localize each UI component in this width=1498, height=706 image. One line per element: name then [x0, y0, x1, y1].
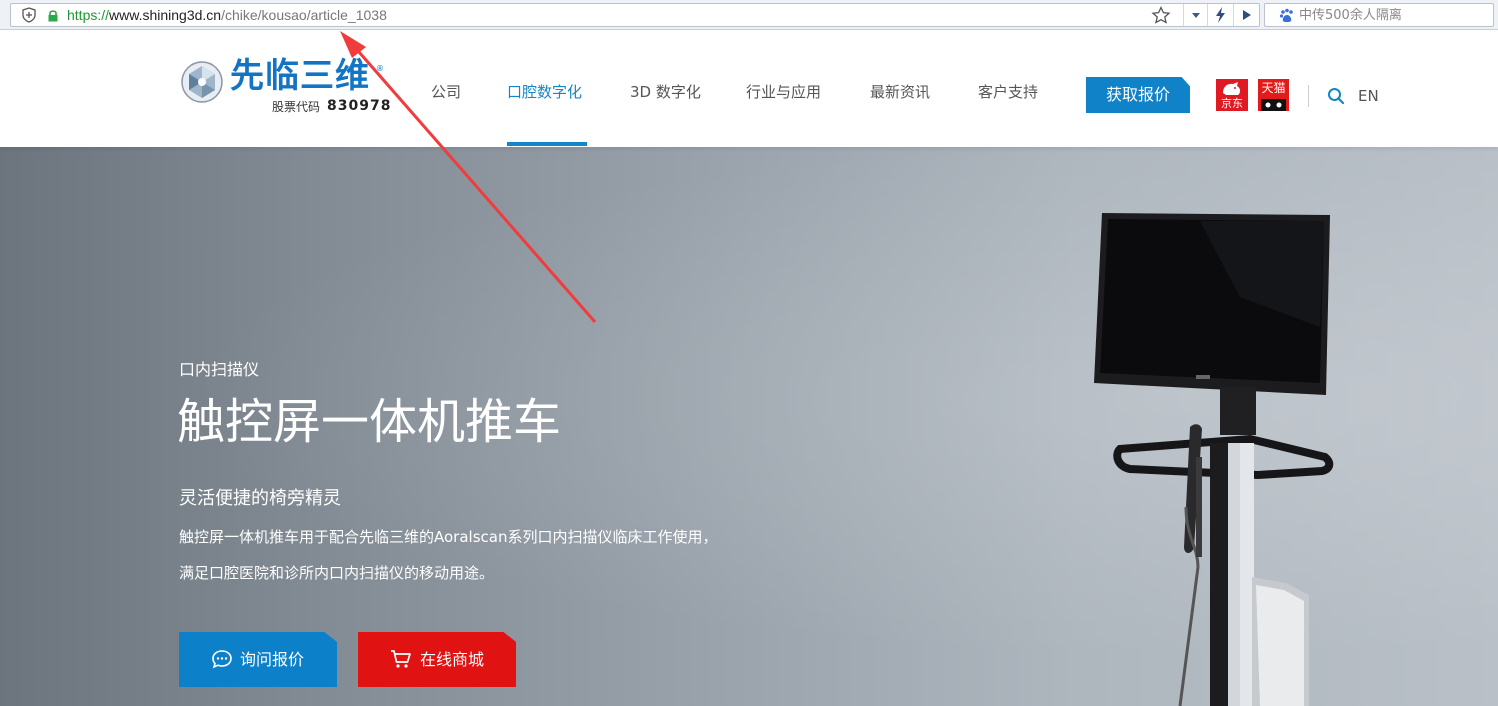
- get-quote-button[interactable]: 获取报价: [1086, 77, 1190, 113]
- nav-item-support[interactable]: 客户支持: [978, 82, 1038, 102]
- logo-registered-mark: ®: [376, 64, 384, 73]
- dropdown-button[interactable]: [1183, 4, 1207, 26]
- nav-item-industry[interactable]: 行业与应用: [746, 82, 821, 102]
- online-shop-button[interactable]: 在线商城: [358, 632, 516, 687]
- nav-item-3d[interactable]: 3D 数字化: [630, 82, 701, 102]
- stock-code: 830978: [327, 98, 392, 114]
- stock-label: 股票代码: [272, 100, 321, 114]
- browser-search-text: 中传500余人隔离: [1299, 8, 1402, 23]
- hero-description-line-1: 触控屏一体机推车用于配合先临三维的Aoralscan系列口内扫描仪临床工作使用，: [179, 528, 718, 546]
- lock-icon: [48, 10, 58, 22]
- speed-button[interactable]: [1207, 4, 1231, 26]
- url-text[interactable]: https://www.shining3d.cn/chike/kousao/ar…: [67, 7, 387, 24]
- browser-search-box[interactable]: 中传500余人隔离: [1264, 3, 1494, 27]
- jd-dog-icon: [1223, 82, 1241, 95]
- shield-icon[interactable]: [21, 7, 37, 23]
- inquire-price-label: 询问报价: [240, 650, 305, 669]
- search-icon[interactable]: [1327, 87, 1345, 105]
- header-divider: [1308, 85, 1309, 107]
- hero-banner: 口内扫描仪 触控屏一体机推车 灵活便捷的椅旁精灵 触控屏一体机推车用于配合先临三…: [0, 147, 1498, 706]
- nav-item-dental[interactable]: 口腔数字化: [507, 82, 582, 102]
- company-logo[interactable]: 先临三维 ® 股票代码 830978: [180, 54, 390, 120]
- tmall-store-link[interactable]: 天猫: [1258, 79, 1289, 111]
- browser-toolbar: https://www.shining3d.cn/chike/kousao/ar…: [0, 0, 1498, 30]
- site-header: 先临三维 ® 股票代码 830978 公司 口腔数字化 3D 数字化 行业与应用…: [0, 30, 1498, 147]
- logo-name: 先临三维: [230, 56, 370, 96]
- online-shop-label: 在线商城: [420, 650, 485, 669]
- hero-subtitle: 灵活便捷的椅旁精灵: [179, 488, 341, 509]
- touchscreen-cart-image: [1094, 213, 1334, 706]
- go-button[interactable]: [1233, 4, 1257, 26]
- product-category: 口内扫描仪: [179, 360, 260, 379]
- jd-store-link[interactable]: 京东: [1216, 79, 1248, 111]
- tmall-label: 天猫: [1261, 81, 1286, 95]
- url-path: /chike/kousao/article_1038: [221, 7, 387, 23]
- jd-label: 京东: [1221, 97, 1243, 110]
- active-nav-indicator: [507, 142, 587, 146]
- inquire-price-button[interactable]: 询问报价: [179, 632, 337, 687]
- hero-description-line-2: 满足口腔医院和诊所内口内扫描仪的移动用途。: [179, 564, 495, 582]
- chat-icon: [212, 650, 232, 669]
- dropdown-icon: [1192, 13, 1200, 18]
- cart-icon: [391, 650, 411, 668]
- nav-item-news[interactable]: 最新资讯: [870, 82, 930, 102]
- star-icon[interactable]: [1151, 6, 1171, 24]
- tmall-cat-icon: [1261, 99, 1286, 111]
- logo-emblem-icon: [181, 61, 223, 103]
- hero-title: 触控屏一体机推车: [177, 394, 562, 450]
- url-host: www.shining3d.cn: [109, 7, 222, 23]
- paw-icon: [1279, 8, 1293, 23]
- url-scheme: https://: [67, 7, 110, 23]
- play-icon: [1243, 10, 1251, 20]
- nav-item-company[interactable]: 公司: [431, 82, 461, 102]
- address-bar[interactable]: https://www.shining3d.cn/chike/kousao/ar…: [10, 3, 1260, 27]
- lightning-icon: [1216, 7, 1225, 23]
- language-switch[interactable]: EN: [1358, 86, 1379, 106]
